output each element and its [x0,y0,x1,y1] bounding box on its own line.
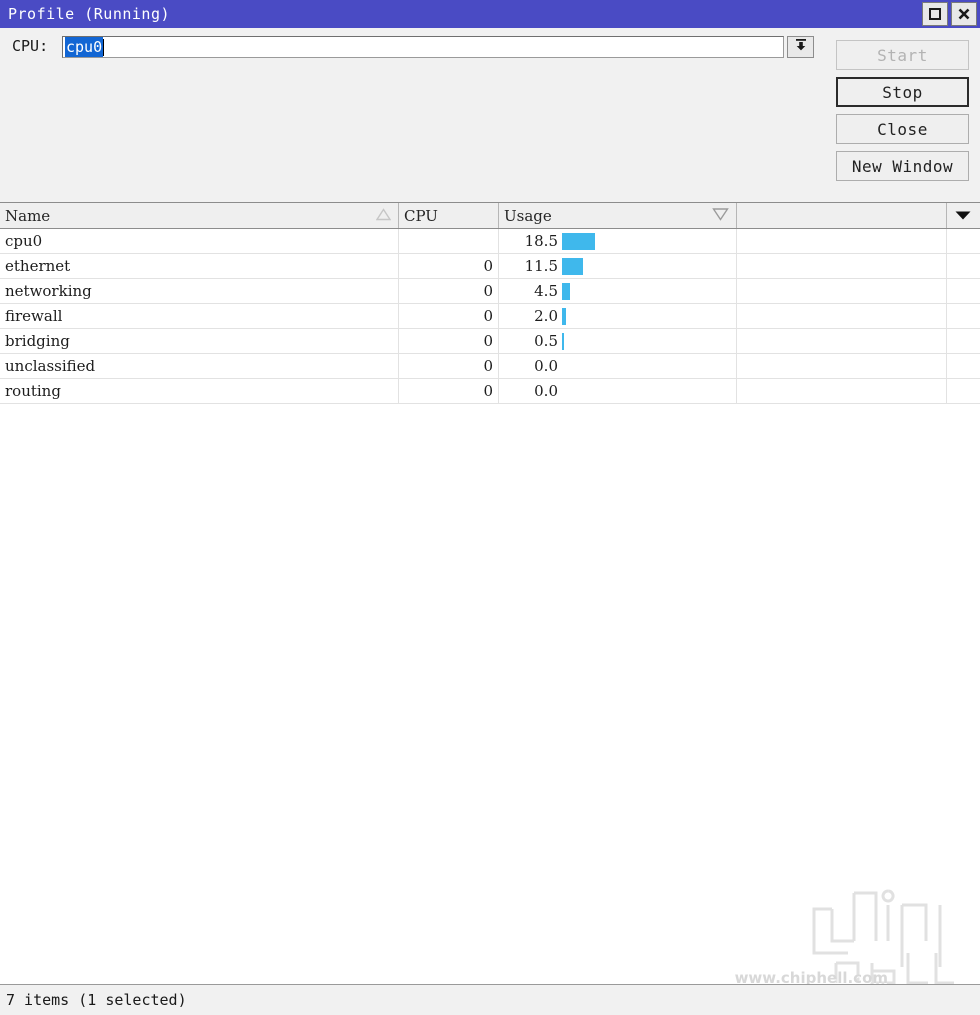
cpu-input-value: cpu0 [65,37,104,57]
cell-usage: 0.5 [499,329,737,353]
caret-down-icon [954,207,972,225]
dropdown-arrow-icon [793,37,809,57]
cell-overflow [947,279,979,303]
column-header-usage-label: Usage [504,206,552,225]
close-icon [957,7,971,21]
usage-value: 0.5 [534,332,558,350]
usage-bar [562,257,583,275]
table-row[interactable]: firewall 0 2.0 [0,304,980,329]
cell-cpu: 0 [399,354,499,378]
cpu-dropdown-button[interactable] [787,36,814,58]
cell-name: bridging [0,329,399,353]
cell-name: unclassified [0,354,399,378]
table-row[interactable]: cpu0 18.5 [0,229,980,254]
cell-cpu: 0 [399,329,499,353]
cell-overflow [947,304,979,328]
cell-blank [737,354,947,378]
titlebar-buttons [922,1,980,27]
table-row[interactable]: routing 0 0.0 [0,379,980,404]
usage-value: 0.0 [534,382,558,400]
cell-cpu: 0 [399,254,499,278]
sort-descending-icon [712,207,729,225]
usage-value: 4.5 [534,282,558,300]
usage-value: 11.5 [524,257,558,275]
cell-usage: 11.5 [499,254,737,278]
cell-cpu: 0 [399,279,499,303]
column-header-cpu[interactable]: CPU [399,203,499,228]
cell-name: ethernet [0,254,399,278]
cpu-selector-row: CPU: cpu0 [0,28,980,64]
status-text: 7 items (1 selected) [6,991,187,1009]
window-title: Profile (Running) [8,5,171,23]
cell-cpu: 0 [399,379,499,403]
usage-bar [562,307,566,325]
cpu-input[interactable]: cpu0 [62,36,784,58]
table-header-row: Name CPU Usage [0,203,980,229]
cell-name: firewall [0,304,399,328]
profile-window: Profile (Running) CPU: cpu0 Start Stop C… [0,0,980,1015]
column-header-name-label: Name [5,206,51,225]
cpu-label: CPU: [12,37,49,55]
statusbar: 7 items (1 selected) [0,984,980,1015]
close-action-button[interactable]: Close [836,114,969,144]
text-caret [103,38,105,56]
table-row[interactable]: ethernet 0 11.5 [0,254,980,279]
cell-overflow [947,354,979,378]
cell-usage: 18.5 [499,229,737,253]
cell-blank [737,379,947,403]
table-row[interactable]: unclassified 0 0.0 [0,354,980,379]
cell-name: cpu0 [0,229,399,253]
start-button[interactable]: Start [836,40,969,70]
cell-overflow [947,229,979,253]
cell-cpu: 0 [399,304,499,328]
cell-usage: 4.5 [499,279,737,303]
usage-value: 0.0 [534,357,558,375]
maximize-button[interactable] [922,2,948,26]
table-body: cpu0 18.5 ethernet 0 11.5 networking 0 4.5 firew… [0,229,980,404]
cell-overflow [947,379,979,403]
usage-bar [562,232,595,250]
cell-name: routing [0,379,399,403]
cell-overflow [947,329,979,353]
new-window-button[interactable]: New Window [836,151,969,181]
column-header-name[interactable]: Name [0,203,399,228]
cell-blank [737,229,947,253]
column-menu-button[interactable] [947,203,979,228]
column-header-usage[interactable]: Usage [499,203,737,228]
cell-blank [737,304,947,328]
cell-overflow [947,254,979,278]
usage-value: 2.0 [534,307,558,325]
sort-ascending-icon [375,207,392,225]
cell-blank [737,279,947,303]
column-header-cpu-label: CPU [404,206,438,225]
table-row[interactable]: bridging 0 0.5 [0,329,980,354]
usage-value: 18.5 [524,232,558,250]
stop-button[interactable]: Stop [836,77,969,107]
profile-table: Name CPU Usage cpu0 18.5 ethernet 0 11.5… [0,202,980,984]
close-button[interactable] [951,2,977,26]
cell-usage: 0.0 [499,379,737,403]
maximize-icon [928,7,942,21]
titlebar: Profile (Running) [0,0,980,28]
usage-bar [562,282,570,300]
column-header-blank[interactable] [737,203,947,228]
cell-blank [737,329,947,353]
cell-name: networking [0,279,399,303]
cell-usage: 2.0 [499,304,737,328]
cell-usage: 0.0 [499,354,737,378]
cell-cpu [399,229,499,253]
table-row[interactable]: networking 0 4.5 [0,279,980,304]
usage-bar [562,332,564,350]
cell-blank [737,254,947,278]
